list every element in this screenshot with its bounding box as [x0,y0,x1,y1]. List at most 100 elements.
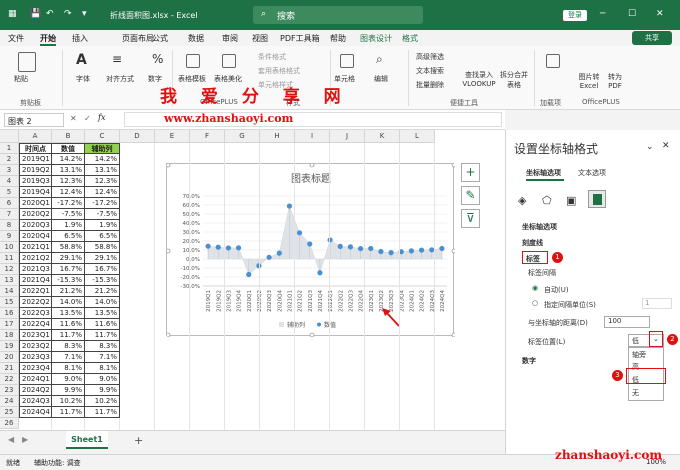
header-cell[interactable]: 时间点 [19,143,52,154]
row-header[interactable]: 7 [0,209,19,220]
column-header[interactable]: L [400,130,435,143]
resize-handle[interactable] [309,164,315,168]
area-series-auxiliary[interactable] [207,205,443,275]
data-cell[interactable]: 29.1% [52,253,85,264]
data-cell[interactable]: 2022Q3 [19,308,52,319]
resize-handle[interactable] [167,248,171,254]
data-cell[interactable]: 14.0% [52,297,85,308]
save-icon[interactable]: 💾 [30,9,41,19]
data-cell[interactable]: 9.0% [52,374,85,385]
data-point[interactable] [337,243,343,249]
data-cell[interactable]: 12.4% [52,187,85,198]
data-point[interactable] [357,245,364,252]
data-cell[interactable]: 2019Q1 [19,154,52,165]
data-cell[interactable]: 14.2% [85,154,120,165]
customize-icon[interactable]: ▾ [82,9,87,19]
lookup-button[interactable]: 查找录入VLOOKUP [462,70,496,88]
align-icon[interactable]: ≡ [112,52,122,66]
data-cell[interactable]: 2024Q3 [19,396,52,407]
data-cell[interactable]: 2020Q4 [19,231,52,242]
data-cell[interactable]: 9.9% [85,385,120,396]
data-cell[interactable]: 12.3% [52,176,85,187]
data-cell[interactable]: 2024Q4 [19,407,52,418]
data-cell[interactable]: 2019Q4 [19,187,52,198]
text-search-button[interactable]: 文本搜索 [416,66,444,76]
data-cell[interactable]: 8.1% [52,363,85,374]
name-box[interactable]: 图表 2 [4,113,64,127]
sheet-tab-sheet1[interactable]: Sheet1 [66,431,108,449]
data-cell[interactable]: 2023Q2 [19,341,52,352]
section-number[interactable]: 数字 [522,356,536,366]
data-point[interactable] [408,248,415,254]
advanced-filter-button[interactable]: 高级筛选 [416,52,444,62]
data-cell[interactable]: 2019Q3 [19,176,52,187]
table-beautify-icon[interactable] [222,54,236,68]
data-cell[interactable]: 9.9% [52,385,85,396]
chart-svg[interactable]: 图表标题70.0%60.0%50.0%40.0%30.0%20.0%10.0%0… [167,164,455,337]
tab-text-options[interactable]: 文本选项 [578,168,606,178]
pane-collapse-icon[interactable]: ⌄ [646,142,654,152]
conditional-format-button[interactable]: 条件格式 [258,52,286,62]
row-header[interactable]: 9 [0,231,19,242]
fx-icon[interactable]: fx [98,113,105,122]
row-header[interactable]: 26 [0,418,19,429]
data-cell[interactable]: 2022Q1 [19,286,52,297]
data-point[interactable] [439,245,445,252]
data-point[interactable] [235,245,242,251]
paste-icon[interactable] [18,52,36,72]
data-cell[interactable]: 58.8% [85,242,120,253]
row-header[interactable]: 23 [0,385,19,396]
row-header[interactable]: 19 [0,341,19,352]
menu-10[interactable]: 图表设计 [360,33,392,44]
data-cell[interactable]: 13.5% [52,308,85,319]
data-cell[interactable]: 7.1% [85,352,120,363]
data-cell[interactable]: 14.0% [85,297,120,308]
share-button[interactable]: 共享 [632,31,672,45]
option-next-to-axis[interactable]: 轴旁 [632,350,646,360]
pane-close-icon[interactable]: ✕ [662,141,670,151]
resize-handle[interactable] [167,332,171,337]
apply-table-format-button[interactable]: 套用表格格式 [258,66,300,76]
data-cell[interactable]: 12.3% [85,176,120,187]
section-axis-options[interactable]: 坐标轴选项 [522,222,557,232]
search-box[interactable]: ⌕ 搜索 [253,6,423,24]
section-tick-marks[interactable]: 刻度线 [522,238,543,248]
data-cell[interactable]: 1.9% [85,220,120,231]
column-header[interactable]: K [365,130,400,143]
row-header[interactable]: 11 [0,253,19,264]
row-header[interactable]: 14 [0,286,19,297]
data-point[interactable] [296,230,303,236]
select-all-corner[interactable] [0,130,19,143]
chart[interactable]: 图表标题 70.0% 60.0% 50.0% 40.0% 30.0% 20.0% 10.0% 0… [166,163,455,337]
data-cell[interactable]: 11.7% [85,330,120,341]
data-cell[interactable]: 2019Q2 [19,165,52,176]
worksheet-grid[interactable]: 图表标题 70.0% 60.0% 50.0% 40.0% 30.0% 20.0% 10.0% 0… [0,130,505,430]
data-cell[interactable]: 10.2% [85,396,120,407]
chart-elements-button[interactable]: + [461,163,480,182]
split-merge-button[interactable]: 拆分合并表格 [498,70,530,90]
data-point[interactable] [307,241,313,247]
data-cell[interactable]: 21.2% [85,286,120,297]
menu-4[interactable]: 公式 [152,33,168,44]
data-cell[interactable]: 11.7% [52,330,85,341]
data-cell[interactable]: 2020Q1 [19,198,52,209]
data-cell[interactable]: 8.3% [52,341,85,352]
resize-handle[interactable] [167,164,171,168]
cancel-icon[interactable]: ✕ [70,114,77,123]
percent-icon[interactable]: % [152,52,163,66]
chevron-down-icon[interactable]: ⌄ [653,335,659,343]
resize-handle[interactable] [451,248,455,254]
data-cell[interactable]: 11.6% [52,319,85,330]
row-header[interactable]: 1 [0,143,19,154]
menu-8[interactable]: PDF工具箱 [280,33,320,44]
specify-radio-label[interactable]: 指定间隔单位(S) [544,300,596,310]
menu-0[interactable]: 文件 [8,33,24,44]
column-header[interactable]: E [155,130,190,143]
row-header[interactable]: 5 [0,187,19,198]
row-header[interactable]: 12 [0,264,19,275]
data-point[interactable] [347,244,354,250]
resize-handle[interactable] [451,332,455,337]
auto-radio-label[interactable]: 自动(U) [544,285,569,295]
column-header[interactable]: F [190,130,225,143]
data-cell[interactable]: 2023Q4 [19,363,52,374]
